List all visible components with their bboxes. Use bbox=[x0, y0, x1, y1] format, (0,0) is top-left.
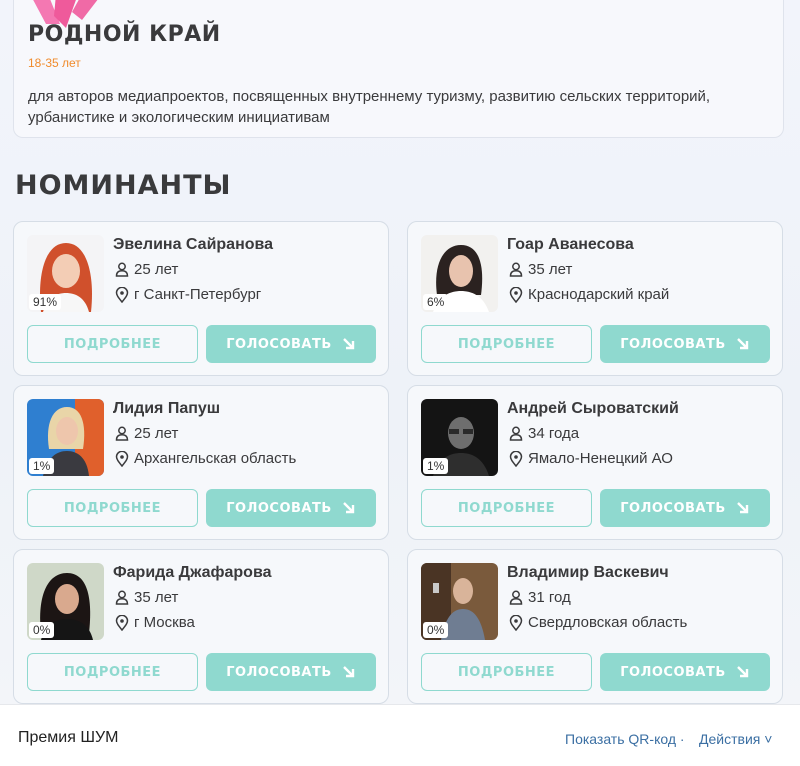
details-button[interactable]: ПОДРОБНЕЕ bbox=[421, 653, 592, 691]
person-icon bbox=[115, 590, 129, 605]
nominee-card: 0% Владимир Васкевич 31 год Свердловская… bbox=[407, 549, 783, 704]
details-button[interactable]: ПОДРОБНЕЕ bbox=[27, 489, 198, 527]
nominee-location: Ямало-Ненецкий АО bbox=[528, 450, 673, 467]
category-age: 18-35 лет bbox=[28, 56, 81, 70]
age-line: 31 год bbox=[509, 589, 571, 606]
vote-button-label: ГОЛОСОВАТЬ bbox=[620, 500, 726, 516]
category-title: РОДНОЙ КРАЙ bbox=[28, 22, 221, 47]
person-icon bbox=[509, 590, 523, 605]
age-line: 25 лет bbox=[115, 425, 178, 442]
vote-percent: 0% bbox=[29, 622, 55, 638]
location-pin-icon bbox=[509, 286, 523, 303]
nominee-age: 34 года bbox=[528, 425, 580, 442]
nominee-name: Фарида Джафарова bbox=[113, 564, 272, 581]
vote-button[interactable]: ГОЛОСОВАТЬ bbox=[206, 489, 376, 527]
person-icon bbox=[115, 262, 129, 277]
age-line: 25 лет bbox=[115, 261, 178, 278]
vote-button[interactable]: ГОЛОСОВАТЬ bbox=[600, 653, 770, 691]
nominee-name: Гоар Аванесова bbox=[507, 236, 634, 253]
arrow-down-right-icon bbox=[342, 666, 354, 678]
avatar: 1% bbox=[27, 399, 104, 476]
location-pin-icon bbox=[115, 450, 129, 467]
arrow-down-right-icon bbox=[342, 338, 354, 350]
location-line: Ямало-Ненецкий АО bbox=[509, 450, 673, 467]
footer-bar: Премия ШУМ Показать QR-код · Действия ˅ bbox=[0, 704, 800, 766]
nominee-location: Свердловская область bbox=[528, 614, 688, 631]
avatar: 0% bbox=[27, 563, 104, 640]
nominee-age: 35 лет bbox=[528, 261, 573, 278]
person-icon bbox=[509, 426, 523, 441]
nominee-name: Андрей Сыроватский bbox=[507, 400, 679, 417]
arrow-down-right-icon bbox=[736, 338, 748, 350]
nominee-name: Владимир Васкевич bbox=[507, 564, 669, 581]
location-line: Краснодарский край bbox=[509, 286, 669, 303]
show-qr-link[interactable]: Показать QR-код · bbox=[565, 731, 685, 747]
nominee-name: Эвелина Сайранова bbox=[113, 236, 274, 253]
location-pin-icon bbox=[509, 450, 523, 467]
avatar: 1% bbox=[421, 399, 498, 476]
app-title: Премия ШУМ bbox=[18, 729, 119, 746]
arrow-down-right-icon bbox=[342, 502, 354, 514]
vote-percent: 0% bbox=[423, 622, 449, 638]
vote-button[interactable]: ГОЛОСОВАТЬ bbox=[206, 325, 376, 363]
location-pin-icon bbox=[509, 614, 523, 631]
age-line: 35 лет bbox=[115, 589, 178, 606]
nominee-location: г Москва bbox=[134, 614, 195, 631]
person-icon bbox=[509, 262, 523, 277]
arrow-down-right-icon bbox=[736, 666, 748, 678]
details-button[interactable]: ПОДРОБНЕЕ bbox=[421, 325, 592, 363]
vote-percent: 91% bbox=[29, 294, 62, 310]
avatar: 91% bbox=[27, 235, 104, 312]
nominee-card: 1% Лидия Папуш 25 лет Архангельская обла… bbox=[13, 385, 389, 540]
age-line: 34 года bbox=[509, 425, 579, 442]
age-line: 35 лет bbox=[509, 261, 572, 278]
vote-button-label: ГОЛОСОВАТЬ bbox=[226, 664, 332, 680]
vote-button-label: ГОЛОСОВАТЬ bbox=[226, 336, 332, 352]
vote-percent: 1% bbox=[423, 458, 449, 474]
location-line: Свердловская область bbox=[509, 614, 687, 631]
nominee-card: 6% Гоар Аванесова 35 лет Краснодарский к… bbox=[407, 221, 783, 376]
location-line: г Москва bbox=[115, 614, 195, 631]
details-button[interactable]: ПОДРОБНЕЕ bbox=[421, 489, 592, 527]
location-pin-icon bbox=[115, 614, 129, 631]
location-line: г Санкт-Петербург bbox=[115, 286, 261, 303]
vote-button[interactable]: ГОЛОСОВАТЬ bbox=[600, 325, 770, 363]
nominee-age: 31 год bbox=[528, 589, 571, 606]
person-icon bbox=[115, 426, 129, 441]
vote-button[interactable]: ГОЛОСОВАТЬ bbox=[600, 489, 770, 527]
nominee-age: 35 лет bbox=[134, 589, 179, 606]
vote-percent: 1% bbox=[29, 458, 55, 474]
nominee-location: Краснодарский край bbox=[528, 286, 670, 303]
nominee-card: 1% Андрей Сыроватский 34 года Ямало-Нене… bbox=[407, 385, 783, 540]
section-title: НОМИНАНТЫ bbox=[15, 170, 232, 201]
nominee-age: 25 лет bbox=[134, 261, 179, 278]
nominee-age: 25 лет bbox=[134, 425, 179, 442]
location-line: Архангельская область bbox=[115, 450, 296, 467]
avatar: 0% bbox=[421, 563, 498, 640]
vote-percent: 6% bbox=[423, 294, 449, 310]
details-button[interactable]: ПОДРОБНЕЕ bbox=[27, 653, 198, 691]
location-pin-icon bbox=[115, 286, 129, 303]
nominee-card: 91% Эвелина Сайранова 25 лет г Санкт-Пет… bbox=[13, 221, 389, 376]
arrow-down-right-icon bbox=[736, 502, 748, 514]
category-description: для авторов медиапроектов, посвященных в… bbox=[28, 88, 711, 126]
page: РОДНОЙ КРАЙ 18-35 лет для авторов медиап… bbox=[0, 0, 800, 704]
details-button[interactable]: ПОДРОБНЕЕ bbox=[27, 325, 198, 363]
actions-menu[interactable]: Действия ˅ bbox=[699, 731, 772, 747]
nominee-location: Архангельская область bbox=[134, 450, 297, 467]
vote-button-label: ГОЛОСОВАТЬ bbox=[620, 336, 726, 352]
vote-button-label: ГОЛОСОВАТЬ bbox=[620, 664, 726, 680]
nominee-location: г Санкт-Петербург bbox=[134, 286, 262, 303]
avatar: 6% bbox=[421, 235, 498, 312]
vote-button[interactable]: ГОЛОСОВАТЬ bbox=[206, 653, 376, 691]
nominee-name: Лидия Папуш bbox=[113, 400, 221, 417]
nominee-card: 0% Фарида Джафарова 35 лет г Москва ПОДР… bbox=[13, 549, 389, 704]
vote-button-label: ГОЛОСОВАТЬ bbox=[226, 500, 332, 516]
